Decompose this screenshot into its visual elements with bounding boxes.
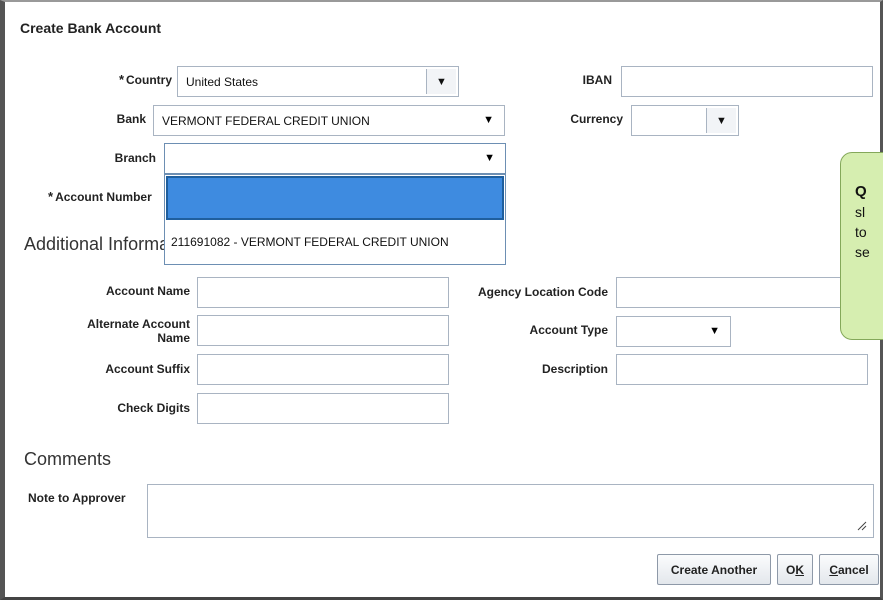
bank-label: Bank bbox=[116, 112, 146, 126]
help-callout-line4: se bbox=[855, 244, 870, 260]
account-number-label-text: Account Number bbox=[55, 190, 152, 204]
help-callout-line2: sl bbox=[855, 204, 866, 220]
currency-label: Currency bbox=[570, 112, 623, 126]
alternate-account-name-label-line1: Alternate Account bbox=[87, 317, 190, 331]
branch-label: Branch bbox=[114, 151, 156, 165]
currency-select[interactable]: ▼ bbox=[631, 105, 739, 136]
check-digits-input[interactable] bbox=[197, 393, 449, 424]
account-name-label: Account Name bbox=[105, 284, 190, 298]
branch-option-blank-highlighted[interactable] bbox=[166, 176, 504, 220]
bank-select[interactable]: VERMONT FEDERAL CREDIT UNION ▼ bbox=[153, 105, 505, 136]
iban-label: IBAN bbox=[582, 73, 612, 87]
alternate-account-name-label: Alternate Account Name bbox=[50, 317, 190, 345]
branch-select[interactable]: ▼ bbox=[164, 143, 506, 174]
help-callout-line3: to bbox=[855, 224, 867, 240]
alternate-account-name-label-line2: Name bbox=[157, 331, 190, 345]
country-select[interactable]: United States ▼ bbox=[177, 66, 459, 97]
alternate-account-name-input[interactable] bbox=[197, 315, 449, 346]
cancel-letter-c-accesskey: C bbox=[829, 562, 838, 577]
note-to-approver-label: Note to Approver bbox=[28, 491, 126, 505]
account-suffix-label: Account Suffix bbox=[105, 362, 190, 376]
ok-letter-k-accesskey: K bbox=[795, 562, 804, 577]
caret-down-icon: ▼ bbox=[483, 114, 494, 126]
account-type-label: Account Type bbox=[529, 323, 608, 337]
check-digits-label: Check Digits bbox=[117, 401, 190, 415]
description-label: Description bbox=[541, 362, 608, 376]
country-label: * Country bbox=[90, 72, 172, 87]
cancel-button[interactable]: Cancel bbox=[819, 554, 879, 585]
account-type-select[interactable]: ▼ bbox=[616, 316, 731, 347]
note-to-approver-textarea[interactable] bbox=[147, 484, 874, 538]
caret-down-icon: ▼ bbox=[436, 75, 447, 88]
account-name-input[interactable] bbox=[197, 277, 449, 308]
account-suffix-input[interactable] bbox=[197, 354, 449, 385]
account-number-label: * Account Number bbox=[48, 189, 178, 204]
bank-value: VERMONT FEDERAL CREDIT UNION bbox=[162, 113, 370, 128]
cancel-rest-text: ancel bbox=[837, 562, 869, 577]
comments-heading: Comments bbox=[24, 449, 112, 469]
required-indicator: * bbox=[118, 72, 124, 87]
ok-letter-o: O bbox=[785, 562, 796, 577]
caret-down-icon: ▼ bbox=[484, 152, 495, 164]
help-callout: Q sl to se bbox=[840, 152, 883, 340]
description-input[interactable] bbox=[616, 354, 868, 385]
caret-down-icon: ▼ bbox=[709, 325, 720, 337]
dialog-title: Create Bank Account bbox=[20, 20, 162, 36]
country-dropdown-button[interactable]: ▼ bbox=[426, 69, 456, 94]
ok-button[interactable]: OK bbox=[777, 554, 813, 585]
help-callout-line1: Q bbox=[855, 183, 867, 200]
resize-grip-icon[interactable] bbox=[857, 521, 867, 531]
branch-dropdown-list: 211691082 - VERMONT FEDERAL CREDIT UNION bbox=[164, 174, 506, 265]
country-label-text: Country bbox=[126, 73, 172, 87]
country-value: United States bbox=[186, 74, 259, 89]
required-indicator: * bbox=[48, 189, 54, 204]
caret-down-icon: ▼ bbox=[716, 114, 727, 127]
branch-option-211691082[interactable]: 211691082 - VERMONT FEDERAL CREDIT UNION bbox=[171, 235, 449, 249]
currency-dropdown-button[interactable]: ▼ bbox=[706, 108, 736, 133]
agency-location-code-label: Agency Location Code bbox=[477, 285, 608, 299]
create-another-button[interactable]: Create Another bbox=[657, 554, 771, 585]
agency-location-code-input[interactable] bbox=[616, 277, 856, 308]
iban-input[interactable] bbox=[621, 66, 873, 97]
